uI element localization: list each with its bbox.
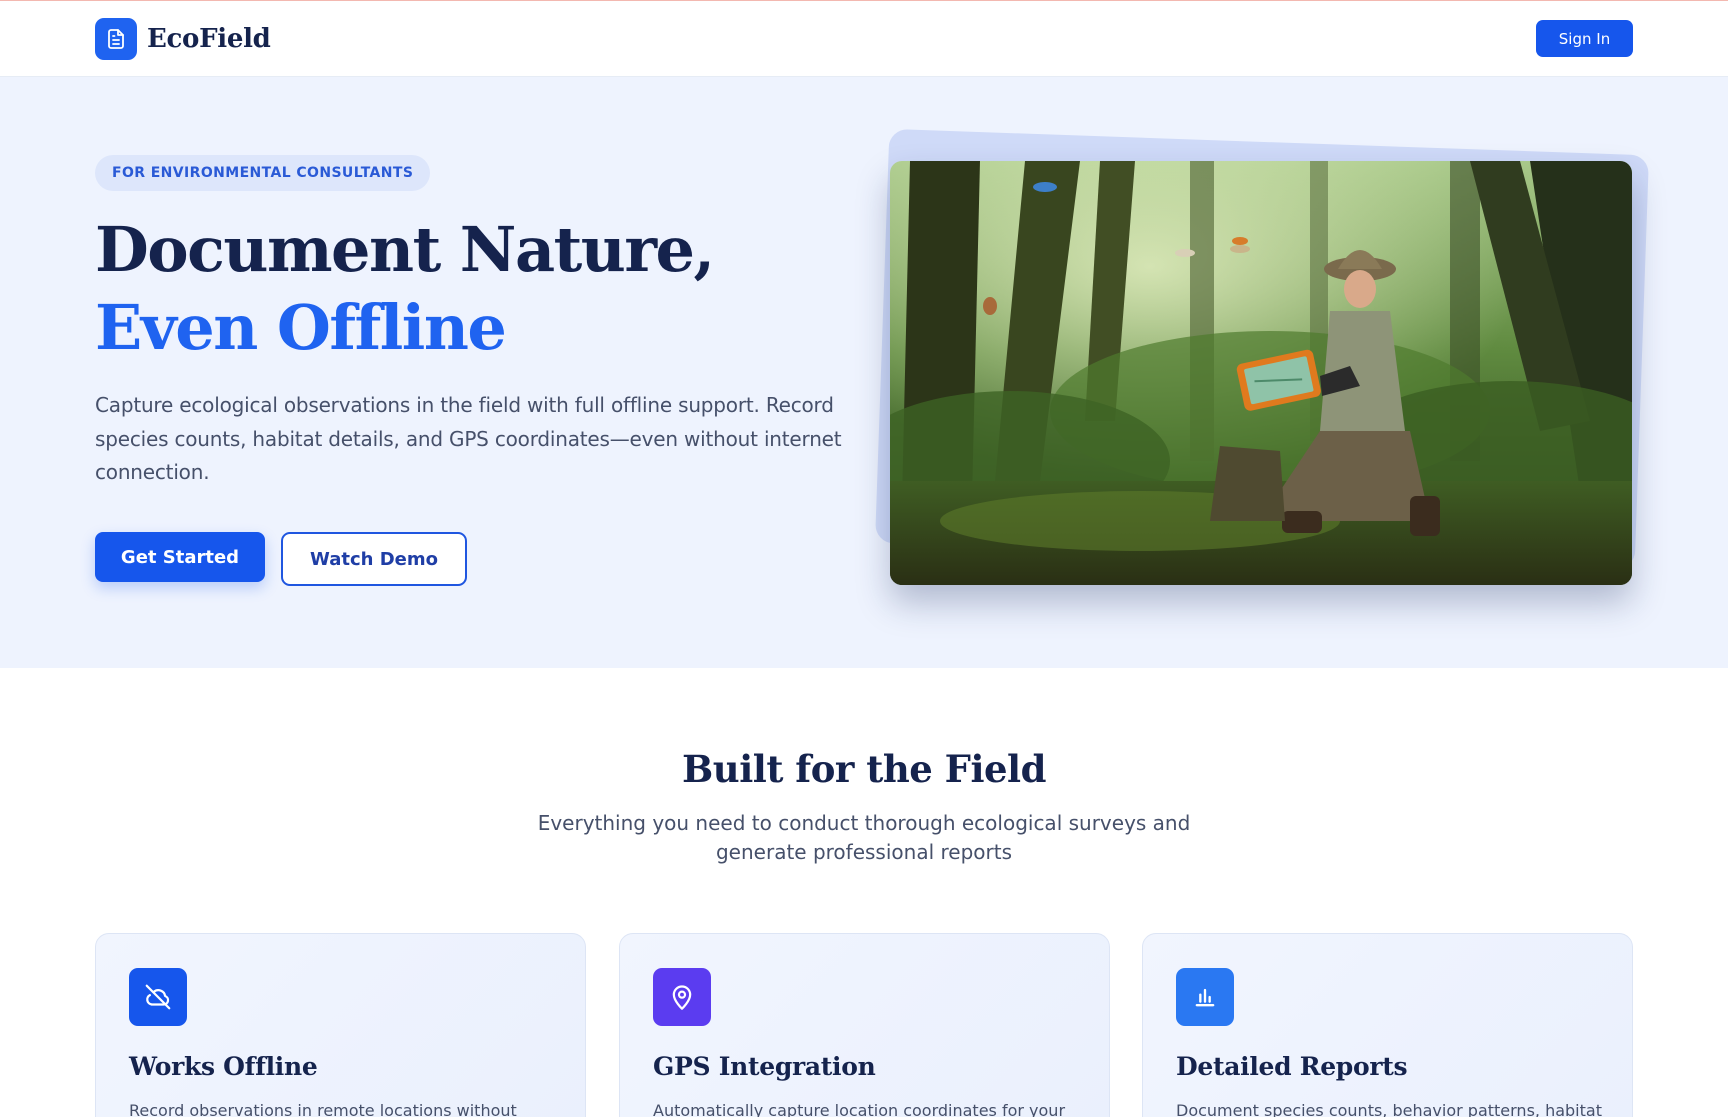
feature-card-text: Document species counts, behavior patter… xyxy=(1176,1101,1602,1117)
brand-name: EcoField xyxy=(147,24,271,54)
document-icon xyxy=(95,18,137,60)
hero-title-line2: Even Offline xyxy=(95,291,507,364)
cloud-off-icon xyxy=(129,968,187,1026)
watch-demo-button[interactable]: Watch Demo xyxy=(281,532,467,586)
feature-card-gps: GPS Integration Automatically capture lo… xyxy=(619,933,1110,1117)
bar-chart-icon xyxy=(1176,968,1234,1026)
hero-image xyxy=(890,161,1632,585)
get-started-button[interactable]: Get Started xyxy=(95,532,265,582)
top-navbar: EcoField Sign In xyxy=(0,1,1728,77)
feature-card-title: Works Offline xyxy=(129,1052,318,1081)
hero-description: Capture ecological observations in the f… xyxy=(95,393,842,484)
feature-card-text: Automatically capture location coordinat… xyxy=(653,1101,1066,1117)
hero-title: Document Nature, Even Offline xyxy=(95,211,855,367)
feature-card-reports: Detailed Reports Document species counts… xyxy=(1142,933,1633,1117)
hero-section: FOR ENVIRONMENTAL CONSULTANTS Document N… xyxy=(0,77,1728,668)
brand[interactable]: EcoField xyxy=(95,18,271,60)
feature-card-offline: Works Offline Record observations in rem… xyxy=(95,933,586,1117)
map-pin-icon xyxy=(653,968,711,1026)
feature-card-text: Record observations in remote locations … xyxy=(129,1101,517,1117)
sign-in-button[interactable]: Sign In xyxy=(1536,20,1633,57)
audience-badge: FOR ENVIRONMENTAL CONSULTANTS xyxy=(95,155,431,191)
feature-card-title: Detailed Reports xyxy=(1176,1052,1408,1081)
feature-card-title: GPS Integration xyxy=(653,1052,876,1081)
hero-title-line1: Document Nature, xyxy=(95,213,715,286)
features-title: Built for the Field xyxy=(682,747,1046,791)
features-subtitle: Everything you need to conduct thorough … xyxy=(537,811,1191,864)
